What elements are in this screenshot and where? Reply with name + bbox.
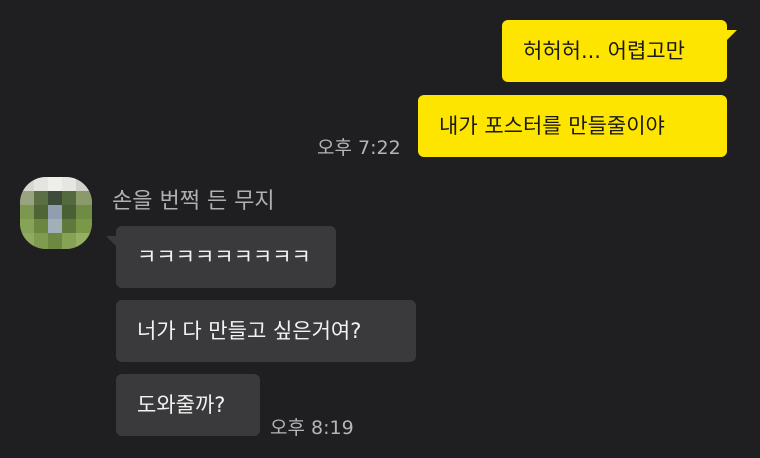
sent-message-bubble[interactable]: 허허허... 어렵고만 bbox=[502, 20, 737, 82]
received-message-bubble[interactable]: 너가 다 만들고 싶은거여? bbox=[116, 300, 416, 362]
bubble-tail bbox=[106, 236, 118, 248]
message-timestamp: 오후 8:19 bbox=[270, 417, 354, 439]
received-message-bubble[interactable]: 도와줄까? bbox=[116, 374, 260, 436]
sender-name[interactable]: 손을 번쩍 든 무지 bbox=[112, 183, 275, 215]
sent-message-bubble[interactable]: 내가 포스터를 만들줄이야 bbox=[418, 95, 727, 157]
avatar[interactable] bbox=[20, 177, 92, 249]
bubble-tail bbox=[725, 30, 737, 42]
message-text: 허허허... 어렵고만 bbox=[523, 38, 685, 63]
message-text: 내가 포스터를 만들줄이야 bbox=[439, 113, 665, 138]
message-text: 너가 다 만들고 싶은거여? bbox=[137, 318, 362, 343]
message-text: 도와줄까? bbox=[137, 392, 226, 417]
message-timestamp: 오후 7:22 bbox=[317, 137, 401, 159]
profile-photo-icon bbox=[20, 177, 92, 249]
message-text: ㅋㅋㅋㅋㅋㅋㅋㅋㅋ bbox=[137, 244, 311, 269]
received-message-bubble[interactable]: ㅋㅋㅋㅋㅋㅋㅋㅋㅋ bbox=[106, 226, 336, 288]
